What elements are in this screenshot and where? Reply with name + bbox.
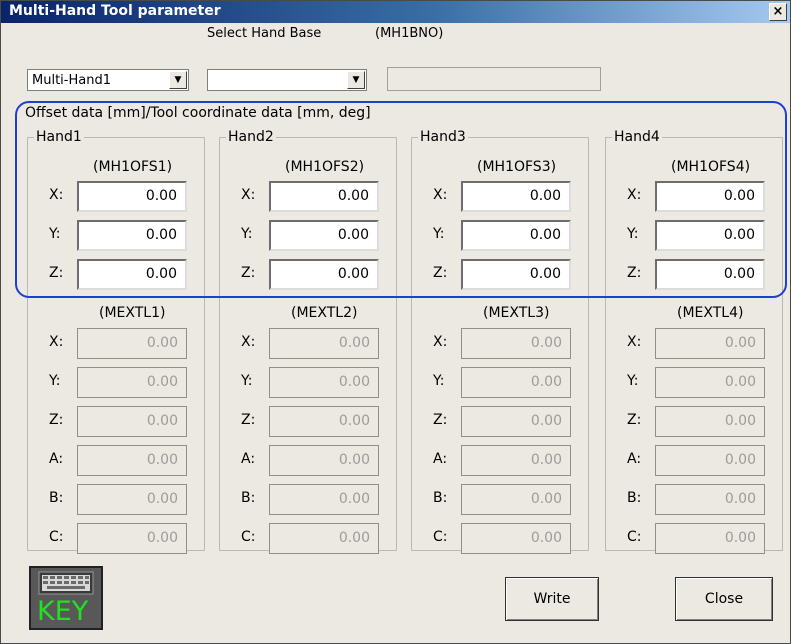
axis-label: A: xyxy=(433,451,448,467)
axis-label: B: xyxy=(433,490,448,506)
tool-input-a: 0.00 xyxy=(655,445,765,476)
hand-base-readonly-field xyxy=(387,67,601,91)
axis-label: Z: xyxy=(627,412,642,428)
tool-input-c: 0.00 xyxy=(269,523,379,554)
axis-label: Y: xyxy=(433,373,445,389)
axis-label: X: xyxy=(627,334,642,350)
axis-label: X: xyxy=(433,334,448,350)
tool-input-x: 0.00 xyxy=(77,328,187,359)
axis-label: A: xyxy=(49,451,64,467)
tool-input-y: 0.00 xyxy=(269,367,379,398)
tool-input-y: 0.00 xyxy=(77,367,187,398)
axis-label: Y: xyxy=(241,373,253,389)
tool-input-z: 0.00 xyxy=(269,406,379,437)
axis-label: C: xyxy=(49,529,64,545)
axis-label: X: xyxy=(241,334,256,350)
hand-base-dropdown[interactable]: ▼ xyxy=(207,69,367,91)
tool-input-b: 0.00 xyxy=(461,484,571,515)
axis-label: B: xyxy=(627,490,642,506)
axis-label: C: xyxy=(627,529,642,545)
tool-param-label: (MEXTL2) xyxy=(291,305,358,321)
axis-label: Y: xyxy=(627,373,639,389)
keyboard-key-button[interactable]: KEY xyxy=(29,566,103,630)
offset-highlight-frame xyxy=(15,101,787,298)
write-button[interactable]: Write xyxy=(505,577,599,621)
base-param-label: (MH1BNO) xyxy=(375,26,444,41)
hand-select-dropdown[interactable]: Multi-Hand1 ▼ xyxy=(27,69,189,91)
axis-label: A: xyxy=(241,451,256,467)
chevron-down-icon[interactable]: ▼ xyxy=(347,71,365,89)
axis-label: C: xyxy=(433,529,448,545)
tool-input-b: 0.00 xyxy=(655,484,765,515)
tool-input-x: 0.00 xyxy=(269,328,379,359)
tool-input-c: 0.00 xyxy=(77,523,187,554)
axis-label: B: xyxy=(49,490,64,506)
axis-label: A: xyxy=(627,451,642,467)
tool-input-x: 0.00 xyxy=(461,328,571,359)
key-button-label: KEY xyxy=(37,596,89,627)
hand-select-value: Multi-Hand1 xyxy=(32,73,111,88)
select-hand-base-label: Select Hand Base xyxy=(207,26,322,41)
tool-input-z: 0.00 xyxy=(77,406,187,437)
title-bar: Multi-Hand Tool parameter × xyxy=(1,1,790,23)
tool-input-b: 0.00 xyxy=(269,484,379,515)
tool-input-y: 0.00 xyxy=(655,367,765,398)
tool-param-label: (MEXTL4) xyxy=(677,305,744,321)
tool-input-c: 0.00 xyxy=(461,523,571,554)
tool-input-a: 0.00 xyxy=(77,445,187,476)
axis-label: B: xyxy=(241,490,256,506)
tool-input-x: 0.00 xyxy=(655,328,765,359)
tool-input-c: 0.00 xyxy=(655,523,765,554)
tool-param-label: (MEXTL1) xyxy=(99,305,166,321)
tool-input-b: 0.00 xyxy=(77,484,187,515)
tool-param-label: (MEXTL3) xyxy=(483,305,550,321)
tool-input-z: 0.00 xyxy=(461,406,571,437)
close-button[interactable]: Close xyxy=(675,577,773,621)
close-icon[interactable]: × xyxy=(769,3,787,21)
axis-label: C: xyxy=(241,529,256,545)
axis-label: Z: xyxy=(433,412,448,428)
window-title: Multi-Hand Tool parameter xyxy=(9,3,221,19)
tool-input-a: 0.00 xyxy=(461,445,571,476)
tool-input-a: 0.00 xyxy=(269,445,379,476)
tool-input-y: 0.00 xyxy=(461,367,571,398)
chevron-down-icon[interactable]: ▼ xyxy=(169,71,187,89)
axis-label: Y: xyxy=(49,373,61,389)
axis-label: Z: xyxy=(49,412,64,428)
dialog-window: Multi-Hand Tool parameter × Select Hand … xyxy=(0,0,791,644)
axis-label: Z: xyxy=(241,412,256,428)
axis-label: X: xyxy=(49,334,64,350)
tool-input-z: 0.00 xyxy=(655,406,765,437)
